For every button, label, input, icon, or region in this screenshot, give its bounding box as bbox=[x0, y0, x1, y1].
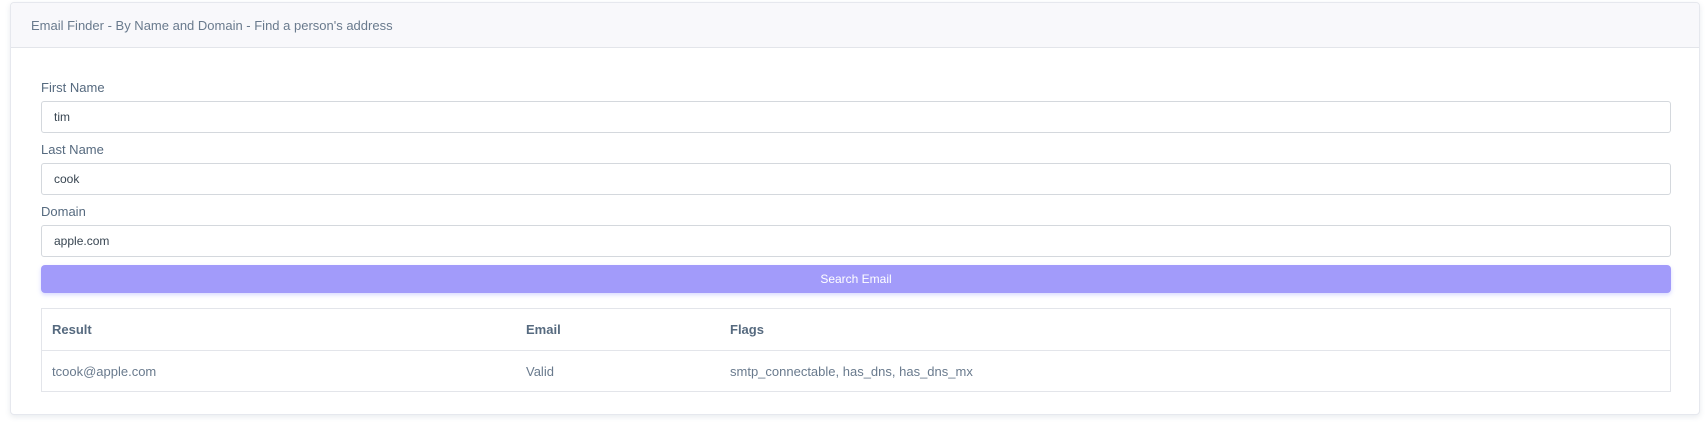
table-header-row: Result Email Flags bbox=[41, 308, 1671, 351]
first-name-label: First Name bbox=[41, 80, 105, 95]
column-header-result: Result bbox=[41, 308, 516, 351]
column-header-flags: Flags bbox=[720, 308, 1671, 351]
flags-cell: smtp_connectable, has_dns, has_dns_mx bbox=[730, 363, 973, 379]
result-email-cell: tcook@apple.com bbox=[52, 363, 157, 379]
email-finder-form: First Name Last Name Domain Search Email bbox=[41, 79, 1671, 293]
last-name-input[interactable] bbox=[41, 163, 1671, 195]
last-name-label: Last Name bbox=[41, 142, 104, 157]
email-finder-card: Email Finder - By Name and Domain - Find… bbox=[10, 2, 1700, 415]
page-title: Email Finder - By Name and Domain - Find… bbox=[31, 17, 393, 33]
domain-input[interactable] bbox=[41, 225, 1671, 257]
search-email-button[interactable]: Search Email bbox=[41, 265, 1671, 293]
domain-label: Domain bbox=[41, 204, 86, 219]
first-name-input[interactable] bbox=[41, 101, 1671, 133]
card-body: First Name Last Name Domain Search Email… bbox=[11, 48, 1699, 392]
card-header: Email Finder - By Name and Domain - Find… bbox=[11, 3, 1699, 48]
results-table: Result Email Flags tcook@apple.com Valid… bbox=[41, 308, 1671, 392]
column-header-email: Email bbox=[516, 308, 720, 351]
table-row: tcook@apple.com Valid smtp_connectable, … bbox=[42, 351, 1671, 392]
email-status-cell: Valid bbox=[526, 363, 554, 379]
